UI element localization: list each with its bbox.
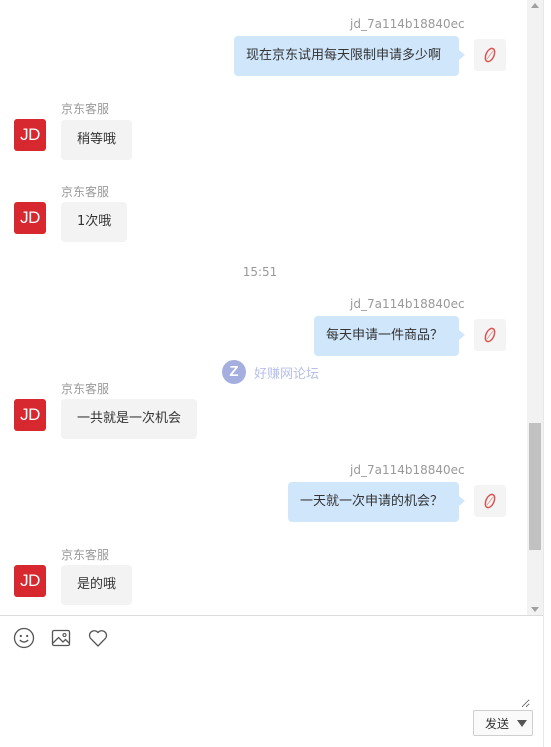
message-bubble: 一共就是一次机会	[61, 399, 198, 439]
send-button-label: 发送	[485, 716, 510, 731]
sender-name: 京东客服	[61, 102, 110, 116]
compose-area: 发送	[0, 615, 543, 747]
image-icon[interactable]	[50, 627, 72, 649]
watermark-logo: Z	[222, 360, 246, 384]
jd-avatar: JD	[14, 119, 46, 151]
send-button[interactable]: 发送	[473, 710, 533, 736]
watermark: Z 好赚网论坛	[222, 360, 319, 384]
chat-message-list[interactable]: jd_7a114b18840ec 现在京东试用每天限制申请多少啊 京东客服 JD…	[0, 0, 527, 615]
jd-avatar: JD	[14, 399, 46, 431]
emoji-icon[interactable]	[13, 627, 35, 649]
message-bubble: 1次哦	[61, 202, 128, 242]
chevron-down-icon[interactable]	[517, 720, 527, 727]
user-avatar-icon	[484, 493, 496, 509]
user-avatar	[474, 39, 506, 71]
sender-name: 京东客服	[61, 382, 110, 396]
window-edge	[543, 0, 551, 747]
scroll-up-arrow-icon[interactable]	[531, 3, 539, 8]
message-bubble: 现在京东试用每天限制申请多少啊	[233, 36, 466, 76]
heart-icon[interactable]	[87, 627, 109, 649]
sender-name: jd_7a114b18840ec	[350, 17, 465, 31]
sender-name: 京东客服	[61, 185, 110, 199]
scrollbar-thumb[interactable]	[529, 423, 541, 550]
message-bubble: 是的哦	[61, 565, 133, 605]
user-avatar-icon	[484, 47, 496, 63]
sender-name: jd_7a114b18840ec	[350, 297, 465, 311]
user-avatar	[474, 319, 506, 351]
watermark-text: 好赚网论坛	[254, 366, 320, 382]
user-avatar-icon	[484, 327, 496, 343]
scroll-down-arrow-icon[interactable]	[531, 607, 539, 612]
jd-avatar: JD	[14, 565, 46, 597]
timestamp: 15:51	[242, 265, 278, 279]
message-bubble: 一天就一次申请的机会？	[287, 482, 466, 522]
jd-avatar: JD	[14, 202, 46, 234]
sender-name: 京东客服	[61, 548, 110, 562]
message-bubble: 稍等哦	[61, 120, 133, 160]
chat-scrollbar[interactable]	[527, 0, 543, 615]
message-input[interactable]	[10, 660, 530, 708]
sender-name: jd_7a114b18840ec	[350, 463, 465, 477]
user-avatar	[474, 485, 506, 517]
message-bubble: 每天申请一件商品？	[313, 316, 466, 356]
